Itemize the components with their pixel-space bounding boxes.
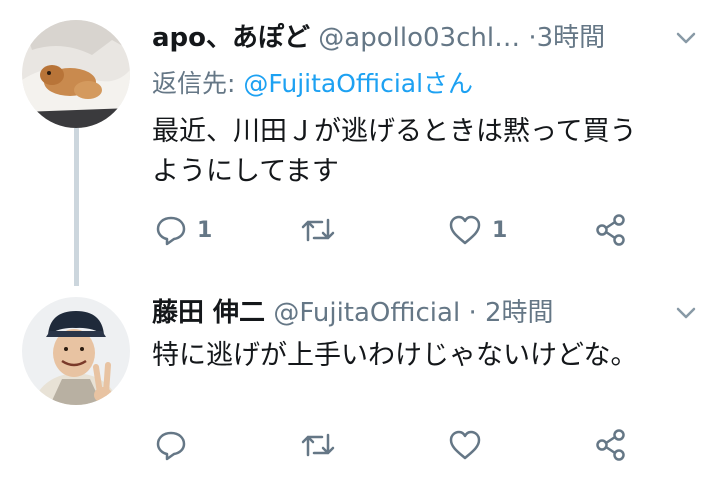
timestamp[interactable]: 2時間 bbox=[485, 298, 554, 328]
share-button[interactable] bbox=[594, 425, 628, 465]
share-icon bbox=[596, 214, 625, 246]
heart-icon bbox=[449, 215, 481, 245]
reply-button[interactable] bbox=[155, 425, 197, 465]
avatar-dog-image bbox=[22, 20, 130, 128]
separator: · bbox=[528, 23, 537, 53]
tweet-text: 最近、川田Ｊが逃げるときは黙って買う ようにしてます bbox=[152, 112, 637, 192]
replying-to: 返信先: @FujitaOfficialさん bbox=[152, 67, 473, 101]
user-handle[interactable]: @apollo03chl… bbox=[318, 23, 520, 53]
reply-mention-link[interactable]: @FujitaOfficialさん bbox=[243, 69, 473, 98]
avatar[interactable] bbox=[22, 297, 130, 405]
tweet-1[interactable]: apo、あぽど @apollo03chl… ·3時間 返信先: @FujitaO… bbox=[0, 0, 720, 286]
share-button[interactable] bbox=[594, 210, 628, 250]
timestamp[interactable]: 3時間 bbox=[537, 23, 606, 53]
display-name[interactable]: apo、あぽど bbox=[152, 23, 310, 53]
like-button[interactable]: 1 bbox=[448, 210, 507, 250]
avatar-person-image bbox=[22, 297, 130, 405]
thread-line bbox=[74, 128, 79, 286]
reply-icon bbox=[156, 216, 186, 246]
tweet-text: 特に逃げが上手いわけじゃないけどな。 bbox=[152, 336, 637, 376]
retweet-button[interactable] bbox=[300, 210, 346, 250]
reply-icon bbox=[156, 431, 186, 461]
like-count: 1 bbox=[492, 217, 508, 243]
user-handle[interactable]: @FujitaOfficial bbox=[273, 298, 460, 328]
tweet-2[interactable]: 藤田 伸二 @FujitaOfficial · 2時間 特に逃げが上手いわけじゃ… bbox=[0, 280, 720, 487]
reply-button[interactable]: 1 bbox=[155, 210, 212, 250]
tweet-text-line: ようにしてます bbox=[152, 156, 339, 187]
tweet-text-line: 特に逃げが上手いわけじゃないけどな。 bbox=[152, 340, 638, 371]
retweet-icon bbox=[301, 433, 335, 457]
chevron-down-icon[interactable] bbox=[674, 301, 698, 325]
reply-count: 1 bbox=[197, 217, 213, 243]
like-button[interactable] bbox=[448, 425, 492, 465]
heart-icon bbox=[449, 430, 481, 460]
tweet-header: 藤田 伸二 @FujitaOfficial · 2時間 bbox=[152, 295, 554, 331]
tweet-text-line: 最近、川田Ｊが逃げるときは黙って買う bbox=[152, 116, 637, 147]
share-icon bbox=[596, 429, 625, 461]
avatar[interactable] bbox=[22, 20, 130, 128]
retweet-button[interactable] bbox=[300, 425, 346, 465]
replying-prefix: 返信先: bbox=[152, 69, 244, 98]
tweet-header: apo、あぽど @apollo03chl… ·3時間 bbox=[152, 20, 605, 56]
display-name[interactable]: 藤田 伸二 bbox=[152, 298, 265, 328]
chevron-down-icon[interactable] bbox=[674, 26, 698, 50]
retweet-icon bbox=[301, 218, 335, 242]
separator: · bbox=[468, 298, 477, 328]
